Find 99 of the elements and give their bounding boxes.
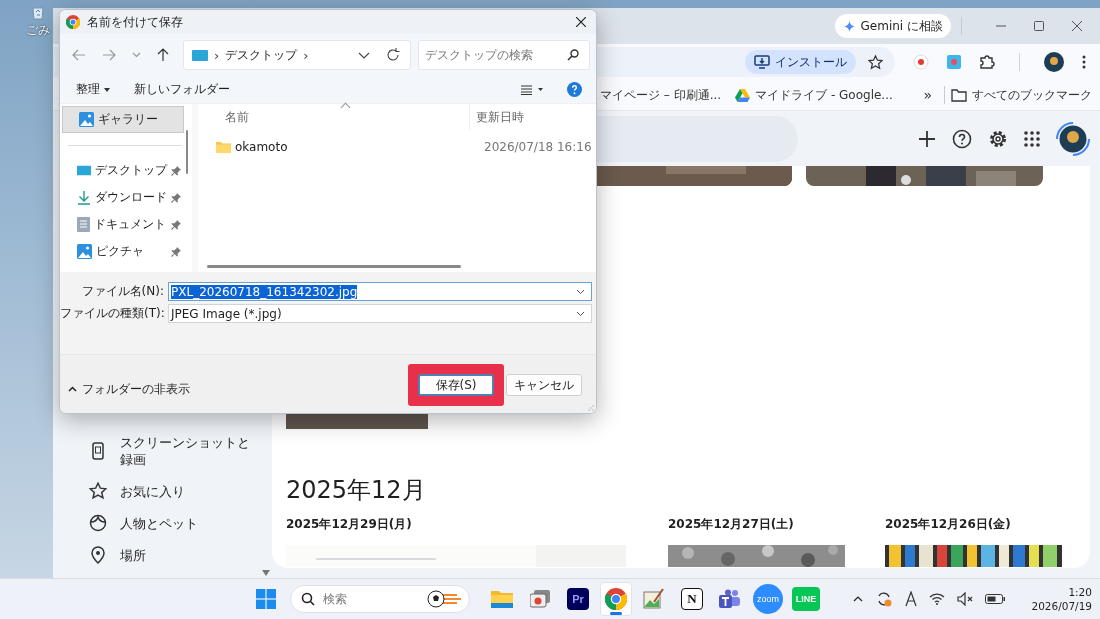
nav-pane-item[interactable]: デスクトップ (60, 157, 184, 184)
taskbar-search-field[interactable]: 検索 (290, 585, 470, 613)
chrome-icon (66, 15, 80, 29)
location-pin-icon (89, 546, 107, 564)
more-bookmarks-button[interactable]: » (923, 87, 932, 103)
bookmark-link[interactable]: マイドライブ - Google... (735, 86, 893, 104)
star-icon (89, 482, 107, 500)
back-arrow-icon[interactable] (72, 49, 86, 61)
record-icon[interactable] (913, 54, 929, 70)
add-icon[interactable] (918, 129, 936, 148)
download-icon (77, 190, 91, 205)
chevron-down-icon[interactable] (576, 288, 585, 295)
search-icon (567, 49, 579, 61)
chevron-up-icon (68, 386, 77, 392)
column-header[interactable]: 更新日時 (470, 108, 524, 126)
star-icon[interactable] (868, 54, 883, 70)
apps-grid-icon[interactable] (1024, 130, 1040, 147)
avatar-icon[interactable] (1044, 52, 1064, 72)
start-icon[interactable] (256, 589, 276, 609)
document-icon (77, 217, 90, 232)
new-folder-button[interactable]: 新しいフォルダー (134, 81, 230, 98)
file-modified-date: 2026/07/18 16:16 (484, 140, 592, 154)
chevron-down-icon[interactable] (358, 51, 370, 59)
bookmark-link[interactable]: マイページ – 印刷通... (600, 86, 722, 104)
pin-icon[interactable] (171, 246, 181, 257)
address-field[interactable]: › デスクトップ › (183, 40, 411, 70)
refresh-icon[interactable] (386, 48, 400, 62)
search-field[interactable]: デスクトップの検索 (418, 40, 590, 70)
column-header[interactable]: 名前 (198, 104, 470, 130)
sparkle-icon (842, 19, 856, 33)
puzzle-icon[interactable] (979, 54, 995, 70)
folder-icon (951, 88, 967, 102)
teams-icon (719, 589, 741, 609)
image-editor-icon (643, 588, 665, 610)
sidebar-item[interactable]: お気に入り (53, 482, 262, 500)
drive-icon (735, 88, 751, 102)
settings-icon[interactable] (988, 128, 1008, 149)
cancel-button[interactable]: キャンセル (506, 374, 582, 396)
phone-icon (89, 442, 107, 460)
filetype-dropdown[interactable]: JPEG Image (*.jpg) (168, 304, 592, 323)
sidebar-item[interactable]: 場所 (53, 546, 262, 564)
up-arrow-icon[interactable] (157, 48, 169, 62)
monitor-download-icon (754, 55, 770, 69)
folder-icon (491, 589, 513, 609)
search-icon (301, 592, 315, 606)
filename-field[interactable]: PXL_20260718_161342302.jpg (168, 282, 592, 301)
resize-grip-icon[interactable] (588, 405, 594, 411)
filetype-label: ファイルの種類(T): (60, 305, 164, 322)
pin-icon[interactable] (171, 165, 181, 176)
taskbar-app-button[interactable] (600, 582, 632, 616)
soccer-ball-icon (427, 590, 461, 608)
image-icon (79, 112, 94, 127)
help-icon[interactable] (952, 128, 972, 149)
filename-label: ファイル名(N): (80, 283, 164, 300)
clock-date[interactable]: 2026/07/19 (1031, 599, 1092, 613)
sidebar-item[interactable]: 人物とペット (53, 514, 262, 532)
recycle-bin-icon[interactable] (31, 6, 45, 20)
nav-pane-item[interactable]: ドキュメント (60, 211, 184, 238)
folder-icon (216, 141, 231, 153)
account-avatar-icon[interactable] (1056, 121, 1090, 156)
battery-icon[interactable] (985, 594, 1006, 604)
chevron-up-icon[interactable] (853, 596, 864, 602)
muted-speaker-icon[interactable] (957, 592, 974, 606)
forward-arrow-icon[interactable] (102, 49, 116, 61)
wifi-icon[interactable] (929, 593, 946, 605)
chrome-icon (605, 588, 627, 610)
chevron-down-icon[interactable] (576, 310, 585, 317)
install-button[interactable]: インストール (745, 50, 856, 74)
file-name[interactable]: okamoto (235, 140, 460, 154)
month-heading: 2025年12月 (286, 475, 427, 505)
nav-pane-item[interactable]: ギャラリー (62, 106, 184, 133)
desktop-folder-icon (77, 165, 91, 176)
hide-folders-button[interactable]: フォルダーの非表示 (68, 380, 190, 398)
person-icon (89, 514, 107, 532)
date-heading: 2025年12月27日(土) (668, 517, 795, 532)
maximize-icon[interactable] (1034, 21, 1044, 31)
menu-icon[interactable] (1082, 55, 1086, 69)
date-heading: 2025年12月26日(金) (885, 517, 1011, 532)
all-bookmarks-link[interactable]: すべてのブックマーク (951, 86, 1092, 104)
close-icon[interactable] (576, 17, 586, 27)
photo-stack-icon (530, 590, 550, 608)
scroll-down-arrow-icon[interactable] (262, 570, 270, 576)
organize-menu-button[interactable]: 整理 (76, 81, 110, 98)
date-heading: 2025年12月29日(月) (286, 517, 413, 532)
input-method-icon[interactable] (905, 591, 918, 607)
gemini-button[interactable]: Gemini に相談 (834, 14, 951, 38)
save-button[interactable]: 保存(S) (418, 374, 494, 396)
sidebar-item[interactable]: スクリーンショットと録画 (53, 434, 262, 468)
nav-pane-item[interactable]: ダウンロード (60, 184, 184, 211)
clock-time[interactable]: 1:20 (1068, 585, 1092, 599)
image-icon (77, 244, 92, 259)
desktop-folder-icon (192, 49, 208, 61)
pin-icon[interactable] (171, 192, 181, 203)
dialog-title: 名前を付けて保存 (87, 13, 184, 31)
view-options-icon[interactable] (521, 84, 543, 95)
taskbar-app-button[interactable]: N (676, 582, 708, 616)
pin-icon[interactable] (171, 219, 181, 230)
nav-pane-item[interactable]: ピクチャ (60, 238, 184, 265)
taskbar-app-button[interactable]: Pr (562, 582, 594, 616)
